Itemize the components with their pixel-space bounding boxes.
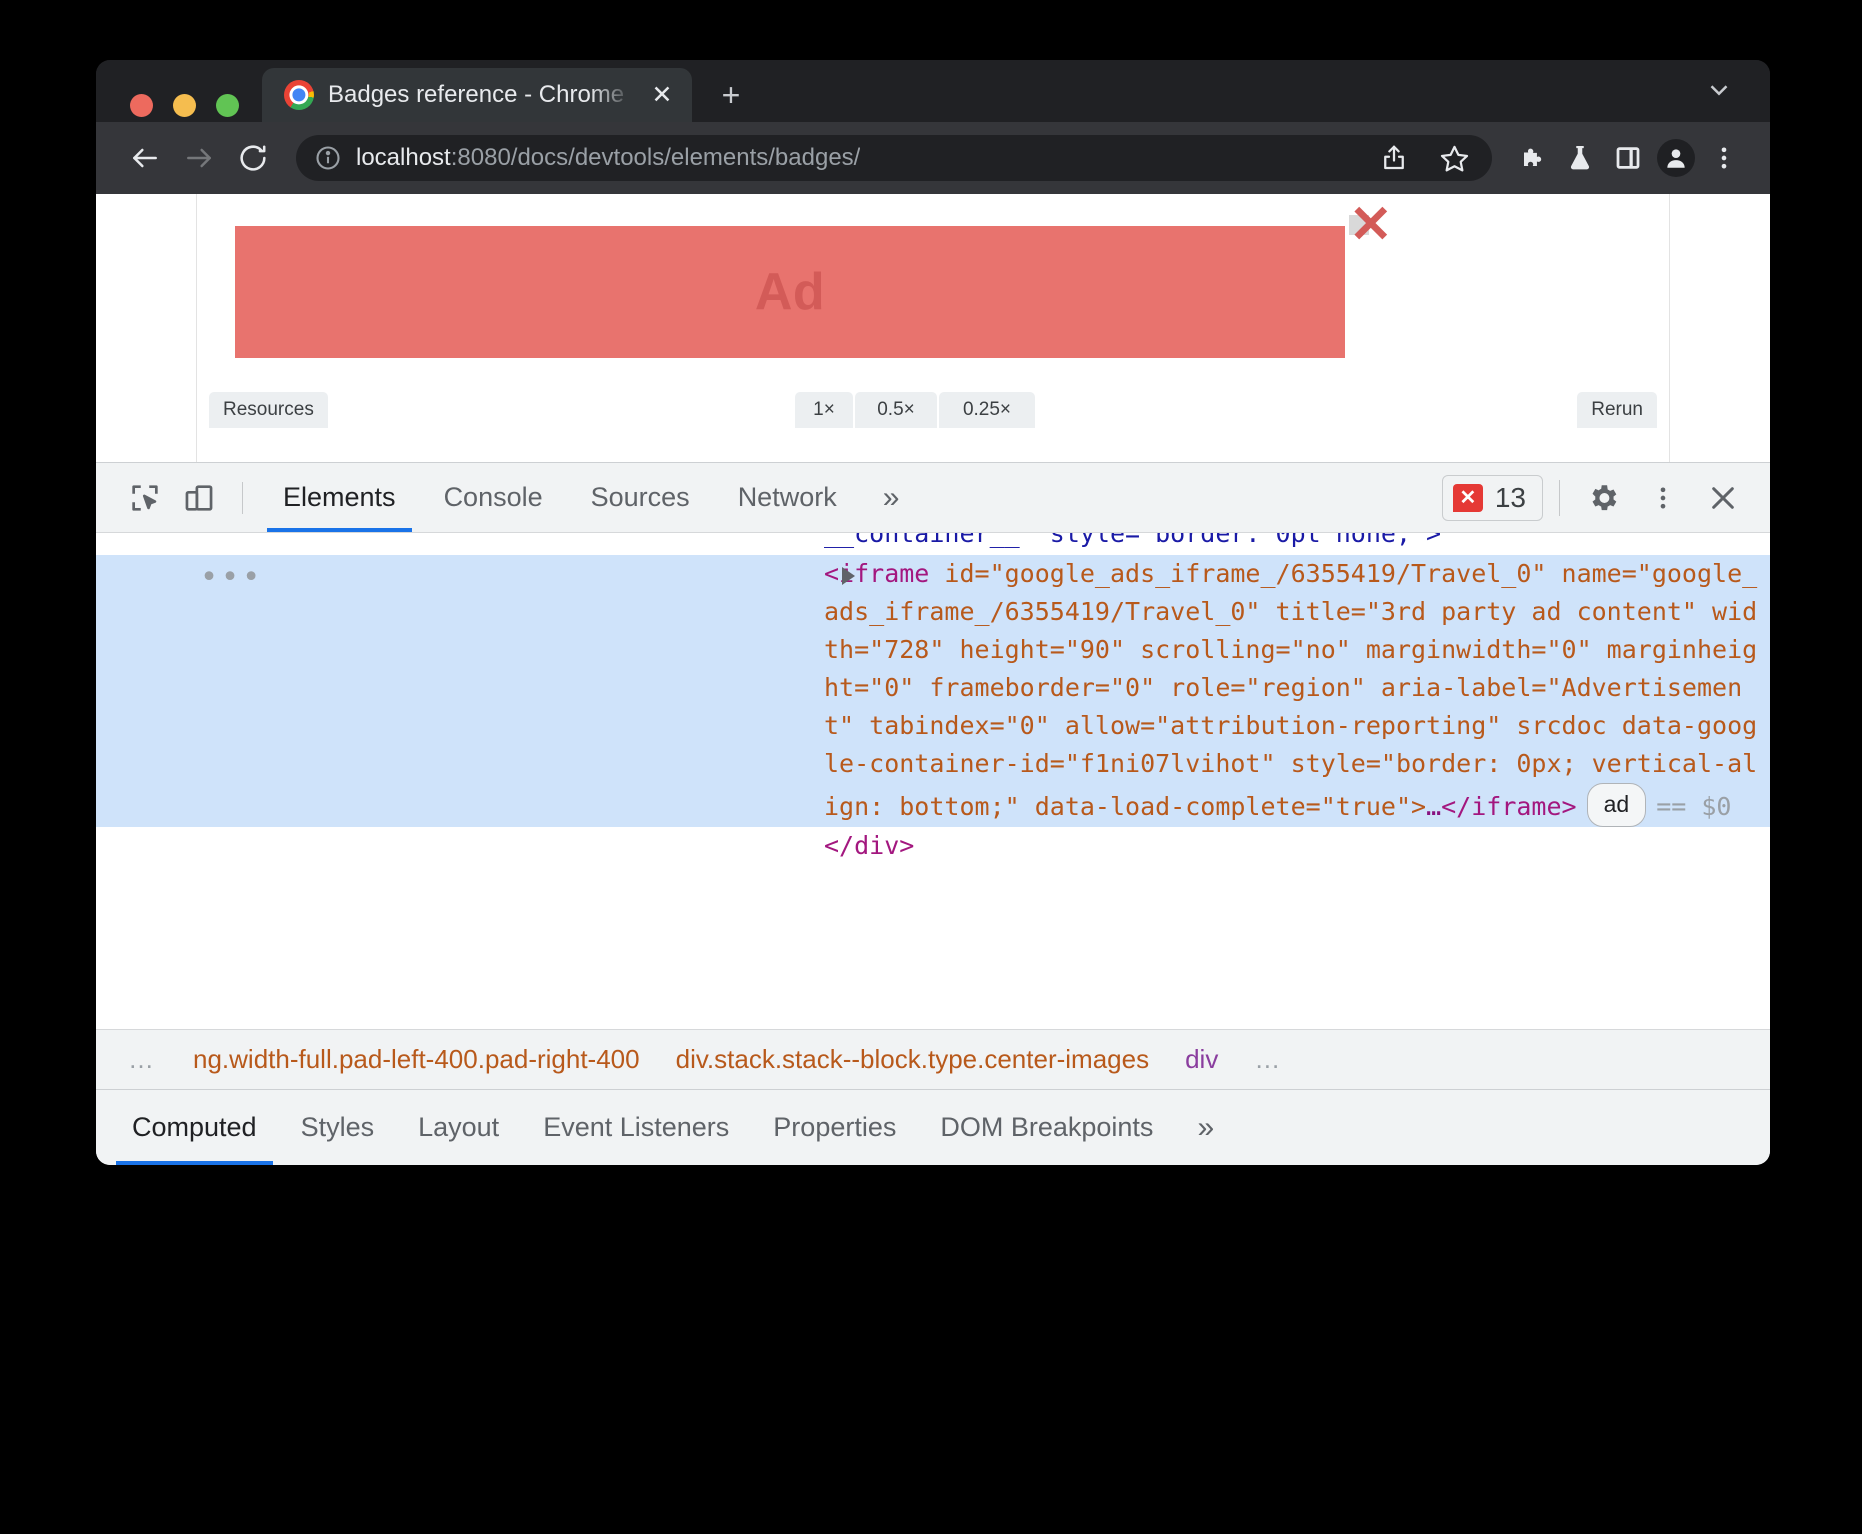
drawer-tabs-overflow-icon[interactable]: » xyxy=(1175,1090,1236,1165)
profile-avatar-icon[interactable] xyxy=(1656,138,1696,178)
zoom-1x-button[interactable]: 1× xyxy=(795,392,853,428)
dom-tag-close: </iframe> xyxy=(1441,792,1576,821)
site-info-icon[interactable] xyxy=(314,144,342,172)
forward-button[interactable] xyxy=(176,135,222,181)
dom-tag-open: <iframe xyxy=(824,559,929,588)
dom-attrs: id="google_ads_iframe_/6355419/Travel_0"… xyxy=(824,559,1757,821)
error-count: 13 xyxy=(1495,482,1526,514)
url-host: localhost xyxy=(356,144,451,171)
tab-network[interactable]: Network xyxy=(714,463,861,532)
dom-selection-marker: == $0 xyxy=(1656,792,1731,821)
ad-banner: Ad ✕ xyxy=(235,226,1345,358)
toolbar-divider xyxy=(242,482,243,514)
device-toolbar-icon[interactable] xyxy=(172,471,226,525)
tab-computed[interactable]: Computed xyxy=(110,1090,279,1165)
page-controls: Resources 1× 0.5× 0.25× Rerun xyxy=(197,392,1669,428)
tab-close-icon[interactable]: ✕ xyxy=(647,80,677,110)
ad-close-icon[interactable]: ✕ xyxy=(1349,215,1369,235)
share-icon[interactable] xyxy=(1374,138,1414,178)
expand-caret-icon[interactable] xyxy=(842,567,855,585)
labs-flask-icon[interactable] xyxy=(1560,138,1600,178)
dom-row-selected-iframe[interactable]: ••• <iframe id="google_ads_iframe_/63554… xyxy=(96,555,1770,827)
chrome-logo-icon xyxy=(284,80,314,110)
breadcrumb: … ng.width-full.pad-left-400.pad-right-4… xyxy=(96,1029,1770,1089)
tab-strip: Badges reference - Chrome De ✕ + xyxy=(96,60,1770,122)
resources-button[interactable]: Resources xyxy=(209,392,328,428)
more-vertical-icon[interactable] xyxy=(1636,471,1690,525)
tab-console[interactable]: Console xyxy=(420,463,567,532)
avatar xyxy=(1657,139,1695,177)
bookmark-star-icon[interactable] xyxy=(1434,138,1474,178)
url-path: :8080/docs/devtools/elements/badges/ xyxy=(451,144,861,171)
devtools-panel: Elements Console Sources Network » ✕ 13 xyxy=(96,462,1770,1165)
close-icon[interactable] xyxy=(1696,471,1750,525)
ad-badge[interactable]: ad xyxy=(1587,783,1647,827)
back-button[interactable] xyxy=(122,135,168,181)
tab-sources[interactable]: Sources xyxy=(567,463,714,532)
page-viewport: Ad ✕ Resources 1× 0.5× 0.25× Rerun xyxy=(96,194,1770,462)
new-tab-button[interactable]: + xyxy=(714,78,748,112)
error-icon: ✕ xyxy=(1453,484,1483,512)
dom-closing-div-text: </div> xyxy=(824,831,914,860)
devtools-tab-list: Elements Console Sources Network xyxy=(259,463,861,532)
breadcrumb-overflow-right[interactable]: … xyxy=(1236,1044,1301,1075)
ad-banner-label: Ad xyxy=(755,262,825,322)
breadcrumb-item-3[interactable]: div xyxy=(1167,1044,1236,1075)
window-zoom-button[interactable] xyxy=(216,94,239,117)
window-traffic-lights xyxy=(130,94,239,117)
tab-layout[interactable]: Layout xyxy=(396,1090,521,1165)
devtools-toolbar: Elements Console Sources Network » ✕ 13 xyxy=(96,463,1770,533)
window-minimize-button[interactable] xyxy=(173,94,196,117)
dom-ellipsis: … xyxy=(1426,792,1441,821)
devtools-tabs-overflow-icon[interactable]: » xyxy=(861,481,922,515)
dom-line-closing-div: </div> xyxy=(96,827,1770,865)
extensions-puzzle-icon[interactable] xyxy=(1512,138,1552,178)
error-count-badge[interactable]: ✕ 13 xyxy=(1442,475,1543,521)
dom-tree[interactable]: __container__" style="border: 0pt none;"… xyxy=(96,533,1770,1029)
tab-styles[interactable]: Styles xyxy=(279,1090,397,1165)
breadcrumb-overflow-left[interactable]: … xyxy=(110,1044,175,1075)
zoom-0.5x-button[interactable]: 0.5× xyxy=(855,392,937,428)
browser-window: Badges reference - Chrome De ✕ + xyxy=(96,60,1770,1165)
dom-row-closing-div[interactable]: </div> xyxy=(96,827,1770,865)
dom-line-iframe: <iframe id="google_ads_iframe_/6355419/T… xyxy=(96,555,1770,827)
tab-title: Badges reference - Chrome De xyxy=(328,81,633,109)
inspect-element-icon[interactable] xyxy=(118,471,172,525)
page-content: Ad ✕ Resources 1× 0.5× 0.25× Rerun xyxy=(196,194,1670,462)
tab-elements[interactable]: Elements xyxy=(259,463,420,532)
rerun-button[interactable]: Rerun xyxy=(1577,392,1657,428)
address-bar[interactable]: localhost:8080/docs/devtools/elements/ba… xyxy=(296,135,1492,181)
tab-dom-breakpoints[interactable]: DOM Breakpoints xyxy=(918,1090,1175,1165)
dom-line-clipped: __container__" style="border: 0pt none;"… xyxy=(96,533,1770,553)
devtools-toolbar-right: ✕ 13 xyxy=(1442,471,1770,525)
tab-event-listeners[interactable]: Event Listeners xyxy=(521,1090,751,1165)
devtools-sidebar-tabs: Computed Styles Layout Event Listeners P… xyxy=(96,1089,1770,1165)
window-close-button[interactable] xyxy=(130,94,153,117)
dom-row-ellipsis: ••• xyxy=(200,563,263,593)
tab-properties[interactable]: Properties xyxy=(751,1090,918,1165)
breadcrumb-item-1[interactable]: ng.width-full.pad-left-400.pad-right-400 xyxy=(175,1044,658,1075)
dom-row-clipped: __container__" style="border: 0pt none;"… xyxy=(96,533,1770,555)
reload-button[interactable] xyxy=(230,135,276,181)
gear-icon[interactable] xyxy=(1576,471,1630,525)
toolbar-divider-right xyxy=(1559,480,1560,516)
dom-clipped-text: __container__" style="border: 0pt none;"… xyxy=(824,533,1441,548)
breadcrumb-item-2[interactable]: div.stack.stack--block.type.center-image… xyxy=(658,1044,1167,1075)
chrome-menu-icon[interactable] xyxy=(1704,138,1744,178)
omnibox-actions xyxy=(1374,138,1474,178)
address-bar-url: localhost:8080/docs/devtools/elements/ba… xyxy=(356,144,860,172)
zoom-0.25x-button[interactable]: 0.25× xyxy=(939,392,1035,428)
side-panel-icon[interactable] xyxy=(1608,138,1648,178)
tabstrip-chevron-down-icon[interactable] xyxy=(1704,75,1734,110)
browser-tab[interactable]: Badges reference - Chrome De ✕ xyxy=(262,68,692,122)
browser-toolbar: localhost:8080/docs/devtools/elements/ba… xyxy=(96,122,1770,194)
